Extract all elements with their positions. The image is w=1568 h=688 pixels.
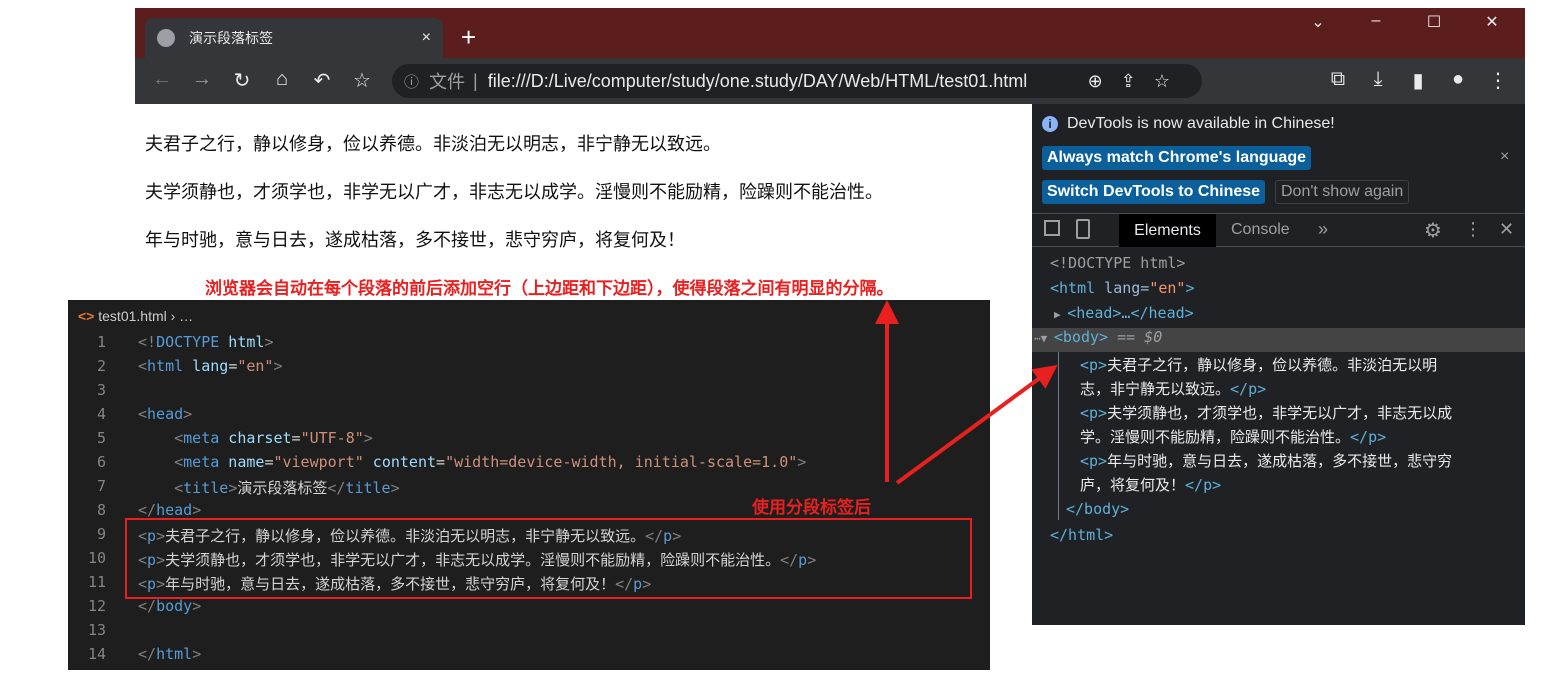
annotation-arrows bbox=[875, 300, 1058, 485]
arrow-to-devtools bbox=[895, 364, 1058, 485]
